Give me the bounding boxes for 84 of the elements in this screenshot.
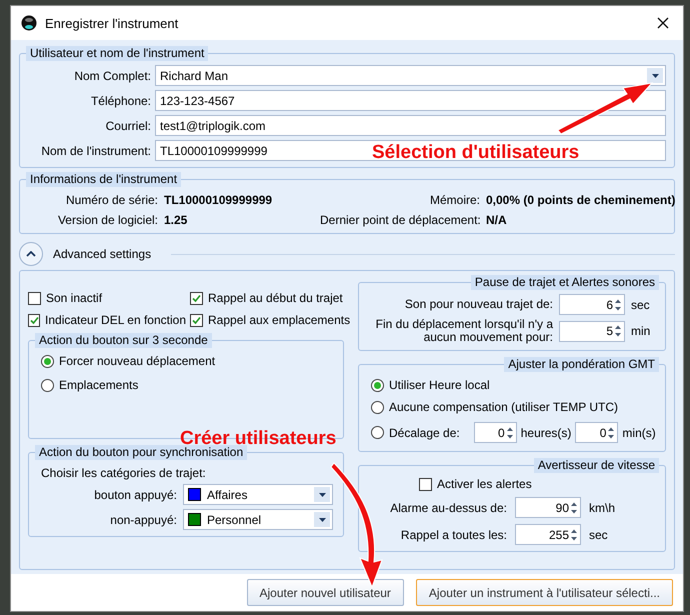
caret-icon[interactable] bbox=[318, 492, 326, 496]
checkbox-label: Son inactif bbox=[46, 291, 102, 305]
spinner-arrows-icon[interactable] bbox=[570, 528, 578, 542]
checkbox[interactable] bbox=[190, 314, 203, 326]
field-label: bouton appuyé: bbox=[93, 488, 177, 502]
group-title: Avertisseur de vitesse bbox=[534, 458, 659, 473]
radio-label: Forcer nouveau déplacement bbox=[59, 354, 216, 368]
radio-button[interactable] bbox=[371, 426, 384, 439]
group-title: Ajuster la pondération GMT bbox=[504, 357, 659, 372]
radio-button[interactable] bbox=[41, 378, 54, 392]
radio-label: Utiliser Heure local bbox=[389, 378, 490, 392]
info-value: N/A bbox=[486, 213, 508, 227]
checkbox-label: Rappel aux emplacements bbox=[208, 313, 350, 327]
checkbox-label: Indicateur DEL en fonction bbox=[45, 313, 186, 327]
info-value: 0,00% (0 points de cheminement) bbox=[486, 193, 676, 207]
prompt-text: Choisir les catégories de trajet: bbox=[40, 465, 207, 482]
annotation-text: Sélection d'utilisateurs bbox=[372, 142, 580, 164]
info-label: Numéro de série: bbox=[64, 193, 158, 207]
number-field[interactable]: 90 bbox=[515, 497, 581, 518]
number-field[interactable]: 0 bbox=[575, 422, 618, 443]
info-label: Mémoire: bbox=[428, 193, 480, 207]
group-title: Action du bouton sur 3 seconde bbox=[35, 333, 212, 348]
unit-label: min bbox=[631, 324, 652, 338]
name-dropdown[interactable]: Richard Man bbox=[155, 65, 666, 86]
spinner-arrows-icon[interactable] bbox=[614, 324, 622, 338]
app-icon bbox=[21, 15, 37, 31]
group-title: Informations de l'instrument bbox=[26, 172, 182, 187]
action-button[interactable]: Ajouter un instrument à l'utilisateur sélecti... bbox=[416, 579, 673, 606]
checkbox[interactable] bbox=[28, 292, 41, 304]
checkbox[interactable] bbox=[190, 292, 203, 304]
radio-button[interactable] bbox=[371, 378, 384, 392]
checkbox[interactable] bbox=[419, 478, 432, 490]
field-label: Rappel a toutes les: bbox=[400, 528, 507, 542]
text-field[interactable]: 123-123-4567 bbox=[155, 90, 666, 111]
spinner-arrows-icon[interactable] bbox=[607, 426, 616, 440]
info-value: 1.25 bbox=[164, 213, 188, 227]
field-label: Courriel: bbox=[104, 118, 151, 132]
radio-button[interactable] bbox=[41, 354, 54, 368]
category-dropdown[interactable]: Affaires bbox=[183, 484, 333, 505]
field-label: Nom de l'instrument: bbox=[40, 144, 151, 158]
number-field[interactable]: 255 bbox=[515, 524, 581, 545]
field-label: Alarme au-dessus de: bbox=[389, 500, 507, 514]
unit-label: heures(s) bbox=[520, 426, 572, 440]
info-value: TL10000109999999 bbox=[164, 193, 274, 207]
window-title: Enregistrer l'instrument bbox=[45, 16, 180, 30]
unit-label: sec bbox=[589, 528, 609, 542]
checkbox-label: Rappel au début du trajet bbox=[208, 291, 343, 305]
section-label: Advanced settings bbox=[53, 247, 152, 261]
dropdown-button[interactable] bbox=[314, 512, 330, 527]
number-field[interactable]: 6 bbox=[559, 294, 625, 315]
radio-button[interactable] bbox=[371, 400, 384, 414]
field-label: Nom Complet: bbox=[73, 68, 151, 82]
info-label: Dernier point de déplacement: bbox=[320, 213, 480, 227]
expand-button[interactable] bbox=[19, 242, 43, 266]
checkbox-label: Activer les alertes bbox=[437, 477, 532, 491]
caret-icon[interactable] bbox=[652, 74, 658, 78]
info-label: Version de logiciel: bbox=[56, 213, 158, 227]
group-title: Pause de trajet et Alertes sonores bbox=[470, 275, 659, 290]
number-field[interactable]: 5 bbox=[559, 320, 625, 342]
close-icon[interactable] bbox=[657, 16, 669, 28]
unit-label: km\h bbox=[589, 500, 616, 514]
chevron-icon[interactable] bbox=[26, 251, 36, 257]
group-title: Utilisateur et nom de l'instrument bbox=[26, 46, 208, 61]
field-label: Téléphone: bbox=[90, 94, 151, 108]
dropdown-button[interactable] bbox=[647, 68, 663, 83]
spinner-arrows-icon[interactable] bbox=[506, 426, 514, 440]
number-field[interactable]: 0 bbox=[474, 422, 517, 443]
field-label: Fin du déplacement lorsqu'il n'y a aucun mouvement pour: bbox=[374, 318, 553, 344]
dropdown-button[interactable] bbox=[314, 487, 330, 502]
spinner-arrows-icon[interactable] bbox=[614, 298, 622, 312]
field-label: non-appuyé: bbox=[109, 512, 177, 526]
unit-label: sec bbox=[631, 298, 651, 312]
group-title: Action du bouton pour synchronisation bbox=[35, 445, 248, 460]
text-field[interactable]: test1@triplogik.com bbox=[155, 115, 666, 136]
spinner-arrows-icon[interactable] bbox=[570, 500, 578, 514]
caret-icon[interactable] bbox=[318, 518, 326, 522]
category-dropdown[interactable]: Personnel bbox=[183, 509, 333, 530]
radio-label: Décalage de: bbox=[389, 426, 460, 440]
radio-label: Aucune compensation (utiliser TEMP UTC) bbox=[389, 400, 618, 414]
action-button[interactable]: Ajouter nouvel utilisateur bbox=[246, 579, 404, 606]
checkbox[interactable] bbox=[28, 314, 40, 326]
radio-label: Emplacements bbox=[59, 378, 138, 392]
field-label: Son pour nouveau trajet de: bbox=[404, 298, 553, 311]
unit-label: min(s) bbox=[622, 426, 656, 440]
